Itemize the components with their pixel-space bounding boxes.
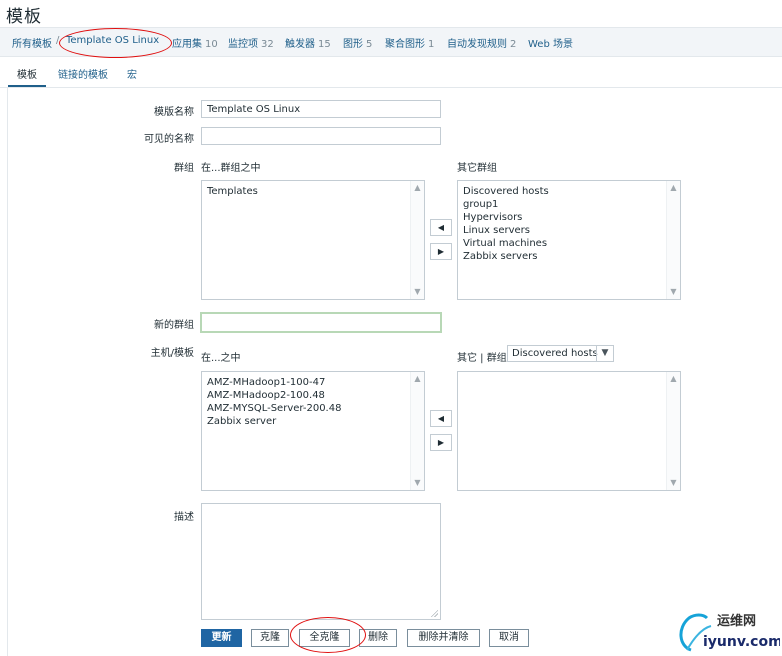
breadcrumb-triggers[interactable]: 触发器 15 <box>285 35 331 50</box>
template-name-input[interactable] <box>201 100 441 118</box>
visible-name-label: 可见的名称 <box>144 134 194 145</box>
arrow-left-icon: ◀ <box>437 414 445 423</box>
visible-name-input[interactable] <box>201 127 441 145</box>
watermark-brand: 运维网 <box>717 613 756 629</box>
list-item[interactable]: Hypervisors <box>463 211 549 224</box>
tab-template[interactable]: 模板 <box>17 66 37 81</box>
list-item[interactable]: group1 <box>463 198 549 211</box>
move-group-right-button[interactable]: ▶ <box>430 243 452 260</box>
scroll-up-icon[interactable]: ▲ <box>411 182 424 194</box>
list-item[interactable]: Linux servers <box>463 224 549 237</box>
description-label: 描述 <box>174 512 194 523</box>
breadcrumb-web-scenarios[interactable]: Web 场景 <box>528 35 573 50</box>
tab-linked-templates[interactable]: 链接的模板 <box>58 66 108 81</box>
template-name-label: 模版名称 <box>154 107 194 118</box>
active-tab-indicator <box>8 85 46 87</box>
clone-button[interactable]: 克隆 <box>251 629 289 647</box>
scrollbar[interactable]: ▲ ▼ <box>666 372 680 490</box>
scroll-up-icon[interactable]: ▲ <box>411 373 424 385</box>
list-item[interactable]: Discovered hosts <box>463 185 549 198</box>
tab-macros[interactable]: 宏 <box>127 66 137 81</box>
annotation-ellipse <box>59 28 172 58</box>
scroll-down-icon[interactable]: ▼ <box>667 286 680 298</box>
hosts-other-listbox[interactable]: ▲ ▼ <box>457 371 681 491</box>
move-group-left-button[interactable]: ◀ <box>430 219 452 236</box>
breadcrumb-all-templates[interactable]: 所有模板 <box>12 35 52 50</box>
chevron-down-icon: ▼ <box>596 346 613 361</box>
scroll-down-icon[interactable]: ▼ <box>411 477 424 489</box>
host-group-select-value: Discovered hosts <box>512 348 598 359</box>
groups-in-listbox[interactable]: Templates ▲ ▼ <box>201 180 425 300</box>
scroll-down-icon[interactable]: ▼ <box>411 286 424 298</box>
new-group-input[interactable] <box>200 312 442 333</box>
scrollbar[interactable]: ▲ ▼ <box>410 372 424 490</box>
move-host-right-button[interactable]: ▶ <box>430 434 452 451</box>
hosts-label: 主机/模板 <box>150 348 194 359</box>
arrow-left-icon: ◀ <box>437 223 445 232</box>
list-item[interactable]: AMZ-MHadoop1-100-47 <box>207 376 341 389</box>
breadcrumb-discovery-rules[interactable]: 自动发现规则 2 <box>447 35 516 50</box>
watermark-domain: iyunv.com <box>703 634 780 650</box>
breadcrumb-graphs[interactable]: 图形 5 <box>343 35 372 50</box>
scrollbar[interactable]: ▲ ▼ <box>666 181 680 299</box>
tab-bar: 模板 链接的模板 宏 <box>0 57 782 88</box>
groups-in-header: 在...群组之中 <box>201 163 261 174</box>
groups-other-listbox[interactable]: Discovered hosts group1 Hypervisors Linu… <box>457 180 681 300</box>
description-textarea[interactable] <box>201 503 441 620</box>
list-item[interactable]: Templates <box>207 185 258 198</box>
scroll-up-icon[interactable]: ▲ <box>667 182 680 194</box>
cancel-button[interactable]: 取消 <box>489 629 529 647</box>
update-button[interactable]: 更新 <box>201 629 242 647</box>
hosts-other-header: 其它 | 群组 <box>457 353 507 364</box>
move-host-left-button[interactable]: ◀ <box>430 410 452 427</box>
arrow-right-icon: ▶ <box>437 247 445 256</box>
watermark-logo: 运维网 iyunv.com <box>679 613 780 652</box>
breadcrumb-items[interactable]: 监控项 32 <box>228 35 274 50</box>
breadcrumb-applications[interactable]: 应用集 10 <box>172 35 218 50</box>
list-item[interactable]: Virtual machines <box>463 237 549 250</box>
delete-and-clear-button[interactable]: 删除并清除 <box>407 629 480 647</box>
groups-label: 群组 <box>174 163 194 174</box>
content-border <box>7 87 8 656</box>
list-item[interactable]: Zabbix server <box>207 415 341 428</box>
scroll-down-icon[interactable]: ▼ <box>667 477 680 489</box>
arrow-right-icon: ▶ <box>437 438 445 447</box>
breadcrumb-screens[interactable]: 聚合图形 1 <box>385 35 434 50</box>
list-item[interactable]: AMZ-MYSQL-Server-200.48 <box>207 402 341 415</box>
resize-handle-icon[interactable] <box>430 609 438 617</box>
list-item[interactable]: Zabbix servers <box>463 250 549 263</box>
hosts-in-listbox[interactable]: AMZ-MHadoop1-100-47 AMZ-MHadoop2-100.48 … <box>201 371 425 491</box>
page-title: 模板 <box>6 7 42 27</box>
groups-other-header: 其它群组 <box>457 163 497 174</box>
annotation-ellipse <box>290 617 366 653</box>
new-group-label: 新的群组 <box>154 320 194 331</box>
host-group-select[interactable]: Discovered hosts ▼ <box>507 345 614 362</box>
hosts-in-header: 在...之中 <box>201 353 241 364</box>
scrollbar[interactable]: ▲ ▼ <box>410 181 424 299</box>
list-item[interactable]: AMZ-MHadoop2-100.48 <box>207 389 341 402</box>
scroll-up-icon[interactable]: ▲ <box>667 373 680 385</box>
